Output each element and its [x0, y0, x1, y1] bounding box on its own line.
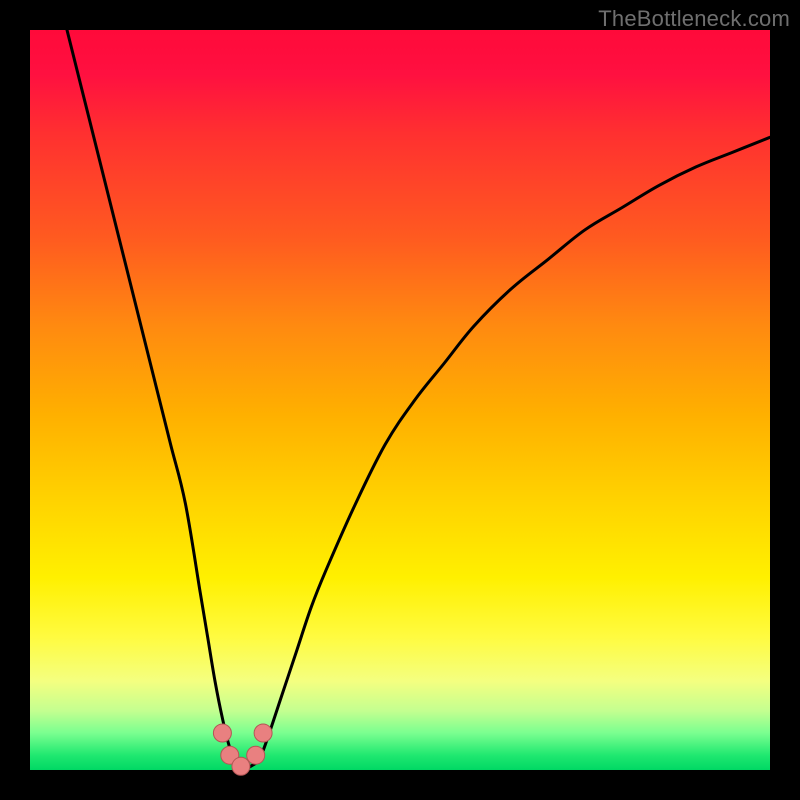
- highlight-marker: [213, 724, 231, 742]
- bottleneck-curve-svg: [30, 30, 770, 770]
- highlight-marker: [247, 746, 265, 764]
- chart-plot-area: [30, 30, 770, 770]
- watermark-text: TheBottleneck.com: [598, 6, 790, 32]
- bottleneck-curve: [67, 30, 770, 768]
- highlight-markers: [213, 724, 272, 775]
- highlight-marker: [254, 724, 272, 742]
- highlight-marker: [232, 757, 250, 775]
